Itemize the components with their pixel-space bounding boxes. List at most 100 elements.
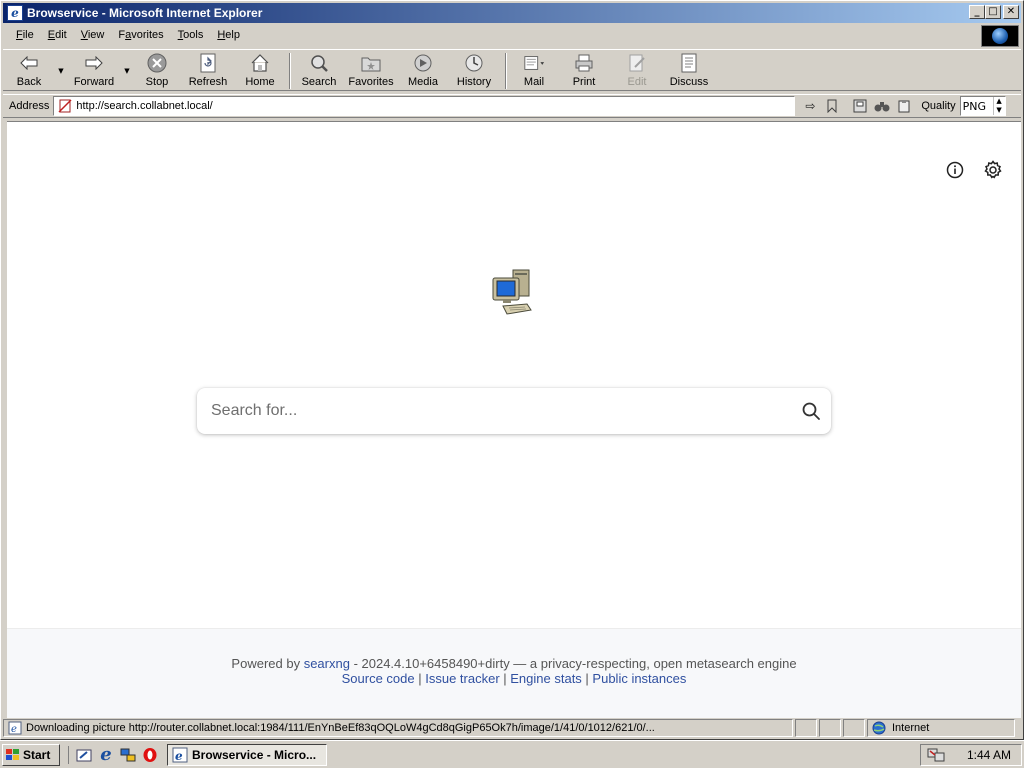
history-button[interactable]: History <box>447 50 501 92</box>
bookmark-icon[interactable] <box>823 97 841 115</box>
refresh-button[interactable]: Refresh <box>181 50 235 92</box>
status-zone-cell: Internet <box>867 719 1015 737</box>
clipboard-icon[interactable] <box>895 97 913 115</box>
back-button[interactable]: Back <box>3 50 55 92</box>
stop-icon <box>146 52 168 74</box>
history-clock-icon <box>463 52 485 74</box>
magnifier-globe-icon <box>308 52 330 74</box>
mail-label: Mail <box>523 76 545 88</box>
standard-toolbar: Back ▼ Forward ▼ Stop Refresh Home Searc… <box>3 49 1021 91</box>
ie-logo-icon: e <box>7 5 23 21</box>
search-submit-icon[interactable] <box>791 391 831 431</box>
maximize-button[interactable]: □ <box>985 5 1001 19</box>
quality-spinner-icon[interactable]: ▲ ▼ <box>992 97 1005 115</box>
footer-separator: | <box>581 671 593 686</box>
media-label: Media <box>408 76 438 88</box>
opera-icon[interactable] <box>141 746 159 764</box>
back-label: Back <box>16 76 42 88</box>
page-footer: Powered by searxng - 2024.4.10+6458490+d… <box>7 628 1021 718</box>
find-binoculars-icon[interactable] <box>873 97 891 115</box>
source-code-link[interactable]: Source code <box>342 671 415 686</box>
info-icon[interactable] <box>945 160 965 180</box>
web-content-area: Powered by searxng - 2024.4.10+6458490+d… <box>7 121 1021 718</box>
refresh-icon <box>197 52 219 74</box>
title-bar[interactable]: e Browservice - Microsoft Internet Explo… <box>3 3 1021 23</box>
page-save-icon[interactable] <box>851 97 869 115</box>
engine-stats-link[interactable]: Engine stats <box>510 671 582 686</box>
search-box <box>197 388 831 434</box>
forward-dropdown-icon[interactable]: ▼ <box>121 50 133 92</box>
windows-flag-icon <box>6 748 19 760</box>
discuss-button[interactable]: Discuss <box>663 50 715 92</box>
back-dropdown-icon[interactable]: ▼ <box>55 50 67 92</box>
start-button[interactable]: Start <box>2 743 60 766</box>
stop-button[interactable]: Stop <box>133 50 181 92</box>
status-message: Downloading picture http://router.collab… <box>26 722 655 734</box>
printer-icon <box>573 52 595 74</box>
quality-value: PNG <box>962 99 986 113</box>
browser-window: e Browservice - Microsoft Internet Explo… <box>0 0 1024 740</box>
toolbar-separator <box>289 53 291 89</box>
start-label: Start <box>23 747 51 762</box>
taskbar: Start e e Browservice - Micro... 1:44 AM <box>0 740 1024 768</box>
svg-text:e: e <box>175 749 183 763</box>
search-button[interactable]: Search <box>295 50 343 92</box>
address-label: Address <box>9 100 50 112</box>
footer-version-text: - 2024.4.10+6458490+dirty — a privacy-re… <box>349 656 797 671</box>
quick-launch: e <box>68 744 159 765</box>
quality-label: Quality <box>921 100 956 112</box>
menu-edit[interactable]: Edit <box>41 29 74 41</box>
minimize-button[interactable]: _ <box>969 5 985 19</box>
favorites-folder-icon <box>360 52 382 74</box>
network-icon[interactable] <box>119 746 137 764</box>
home-button[interactable]: Home <box>235 50 285 92</box>
media-icon <box>412 52 434 74</box>
internet-explorer-icon[interactable]: e <box>97 744 115 765</box>
searxng-link[interactable]: searxng <box>304 656 350 671</box>
address-bar: Address http://search.collabnet.local/ ⇨ <box>3 94 1021 118</box>
favorites-button[interactable]: Favorites <box>343 50 399 92</box>
ie-page-icon: e <box>8 721 22 735</box>
computer-logo-icon <box>492 269 532 315</box>
forward-label: Forward <box>73 76 115 88</box>
show-desktop-icon[interactable] <box>75 746 93 764</box>
status-zone: Internet <box>892 722 930 734</box>
print-button[interactable]: Print <box>557 50 611 92</box>
menu-view[interactable]: View <box>74 29 112 41</box>
history-label: History <box>456 76 492 88</box>
status-message-cell: e Downloading picture http://router.coll… <box>3 719 793 737</box>
menu-file[interactable]: File <box>9 29 41 41</box>
footer-powered-text: Powered by <box>231 656 301 671</box>
menu-favorites[interactable]: Favorites <box>111 29 170 41</box>
address-input[interactable]: http://search.collabnet.local/ <box>53 96 796 116</box>
edit-button[interactable]: Edit <box>611 50 663 92</box>
svg-text:e: e <box>11 724 17 735</box>
menu-tools[interactable]: Tools <box>171 29 211 41</box>
taskbar-browser-task[interactable]: e Browservice - Micro... <box>167 743 327 766</box>
status-bar: e Downloading picture http://router.coll… <box>3 718 1021 738</box>
search-label: Search <box>301 76 337 88</box>
status-cell-empty <box>819 719 841 737</box>
close-button[interactable]: ✕ <box>1003 5 1019 19</box>
forward-button[interactable]: Forward <box>67 50 121 92</box>
status-cell-empty <box>795 719 817 737</box>
globe-icon <box>992 28 1008 44</box>
quality-select[interactable]: PNG ▲ ▼ <box>959 96 1006 116</box>
settings-gear-icon[interactable] <box>983 160 1003 180</box>
windows-logo-throbber <box>981 25 1019 47</box>
footer-separator: | <box>414 671 426 686</box>
address-url: http://search.collabnet.local/ <box>76 100 213 112</box>
mail-button[interactable]: Mail <box>511 50 557 92</box>
menu-help[interactable]: Help <box>210 29 247 41</box>
footer-separator: | <box>499 671 511 686</box>
forward-arrow-icon <box>83 52 105 74</box>
go-arrow-icon[interactable]: ⇨ <box>801 97 819 115</box>
public-instances-link[interactable]: Public instances <box>592 671 686 686</box>
home-label: Home <box>245 76 275 88</box>
task-label: Browservice - Micro... <box>192 747 317 762</box>
media-button[interactable]: Media <box>399 50 447 92</box>
issue-tracker-link[interactable]: Issue tracker <box>425 671 499 686</box>
search-input[interactable] <box>197 391 791 431</box>
menu-bar: File Edit View Favorites Tools Help <box>3 25 979 45</box>
network-status-icon[interactable] <box>927 747 945 763</box>
